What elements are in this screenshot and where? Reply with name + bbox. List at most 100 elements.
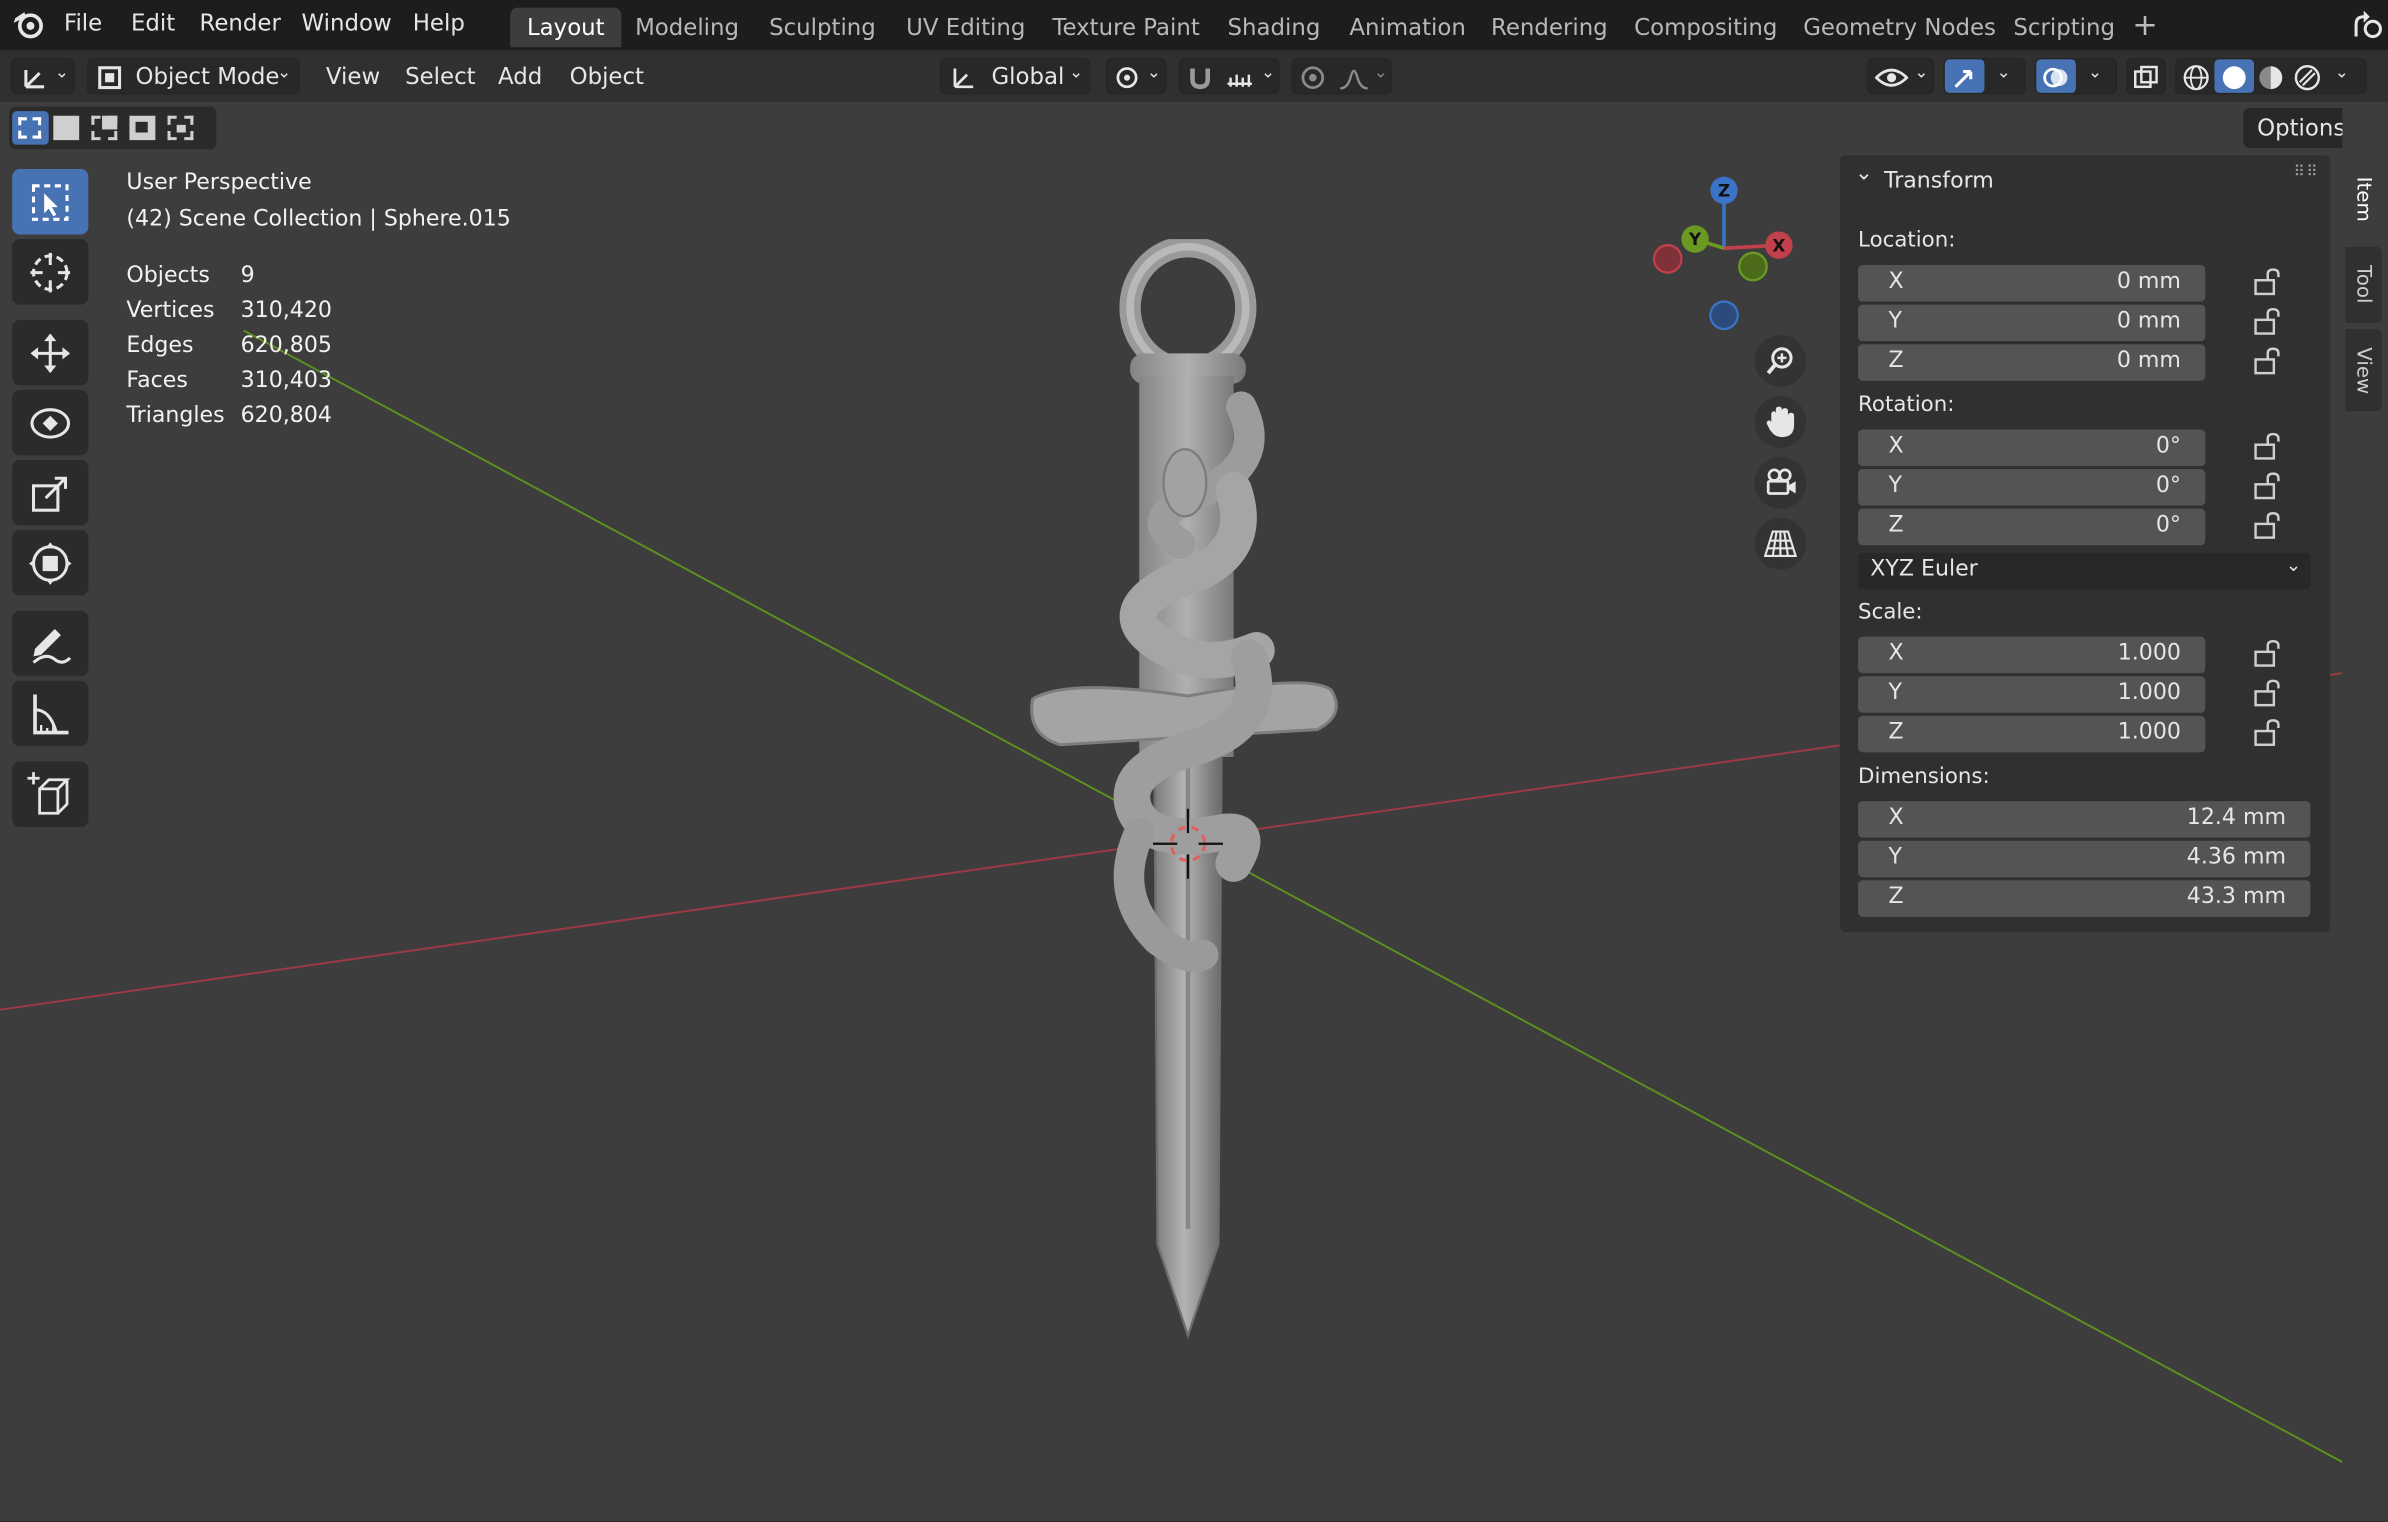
camera-view-button[interactable] [1754, 456, 1807, 509]
transform-tool[interactable] [12, 530, 89, 596]
select-new-icon[interactable] [12, 111, 49, 145]
rotation-mode-dropdown[interactable]: XYZ Euler ⌄ [1858, 552, 2311, 590]
mode-dropdown[interactable]: Object Mode ⌄ [86, 57, 301, 95]
stat-label: Objects [126, 263, 210, 288]
menu-edit[interactable]: Edit [131, 9, 175, 36]
snap-increment-icon[interactable] [1226, 65, 1253, 89]
tab-animation[interactable]: Animation [1333, 8, 1483, 48]
add-cube-tool[interactable] [12, 761, 89, 827]
visibility-dropdown[interactable]: ⌄ [1867, 57, 1935, 95]
axis-label: Y [1888, 309, 1903, 334]
overlays-toggle[interactable]: ⌄ [2034, 57, 2117, 95]
proportional-edit-icon[interactable] [1299, 64, 1326, 91]
menu-add[interactable]: Add [498, 62, 542, 89]
rotation-z-field[interactable]: Z 0° [1858, 508, 2206, 546]
panel-title[interactable]: Transform [1884, 169, 1994, 193]
lock-icon[interactable] [2254, 307, 2284, 335]
chevron-down-icon[interactable]: ⌄ [2335, 62, 2349, 82]
pivot-icon [1116, 67, 1138, 89]
tab-rendering[interactable]: Rendering [1474, 8, 1624, 48]
select-box-tool[interactable] [12, 169, 89, 235]
tab-geometry-nodes[interactable]: Geometry Nodes [1786, 8, 2012, 48]
move-tool[interactable] [12, 319, 89, 386]
location-z-field[interactable]: Z 0 mm [1858, 344, 2206, 381]
axis-label: Y [1888, 845, 1903, 870]
scene-selector-icon[interactable] [2350, 6, 2384, 43]
scale-z-field[interactable]: Z 1.000 [1858, 715, 2206, 753]
gizmo-toggle[interactable]: ⌄ [1943, 57, 2026, 95]
snap-magnet-icon[interactable] [1186, 64, 1213, 91]
lock-icon[interactable] [2254, 639, 2284, 667]
rendered-shading-icon[interactable] [2292, 62, 2322, 92]
material-preview-icon[interactable] [2256, 62, 2286, 92]
tab-uv-editing[interactable]: UV Editing [889, 8, 1042, 48]
location-x-field[interactable]: X 0 mm [1858, 265, 2206, 302]
drag-handle-icon[interactable]: ⠿⠿ [2294, 164, 2319, 181]
perspective-toggle-button[interactable] [1754, 517, 1807, 570]
tab-scripting[interactable]: Scripting [1997, 8, 2132, 48]
tab-modeling[interactable]: Modeling [618, 8, 755, 48]
rotation-mode-label: XYZ Euler [1870, 557, 1978, 582]
lock-icon[interactable] [2254, 432, 2284, 460]
lock-icon[interactable] [2254, 679, 2284, 707]
pivot-point-dropdown[interactable]: ⌄ [1105, 57, 1167, 95]
dimensions-x-field[interactable]: X 12.4 mm [1858, 801, 2311, 838]
scale-label: Scale: [1858, 600, 1923, 625]
dimensions-z-field[interactable]: Z 43.3 mm [1858, 880, 2311, 917]
tab-tool[interactable]: Tool [2345, 246, 2382, 323]
select-extend-icon[interactable] [53, 115, 80, 141]
add-workspace-icon[interactable]: + [2132, 6, 2158, 43]
location-y-field[interactable]: Y 0 mm [1858, 304, 2206, 342]
menu-help[interactable]: Help [413, 9, 465, 36]
dagger-model[interactable] [1005, 239, 1371, 1351]
menu-window[interactable]: Window [302, 9, 392, 36]
menu-object[interactable]: Object [570, 62, 644, 89]
eye-icon [1874, 68, 1909, 87]
lock-icon[interactable] [2254, 719, 2284, 746]
measure-tool[interactable] [12, 680, 89, 747]
scale-y-field[interactable]: Y 1.000 [1858, 676, 2206, 713]
falloff-curve-icon[interactable] [1339, 64, 1369, 91]
lock-icon[interactable] [2254, 472, 2284, 500]
rotation-y-field[interactable]: Y 0° [1858, 469, 2206, 506]
tab-item[interactable]: Item [2345, 158, 2382, 241]
blender-logo-icon[interactable] [12, 9, 46, 39]
chevron-down-icon[interactable]: ⌄ [1374, 62, 1388, 82]
editor-type-button[interactable]: ⌄ [10, 57, 75, 95]
menu-file[interactable]: File [64, 9, 102, 36]
scale-tool[interactable] [12, 459, 89, 526]
tab-shading[interactable]: Shading [1211, 8, 1337, 48]
dimensions-y-field[interactable]: Y 4.36 mm [1858, 840, 2311, 878]
zoom-button[interactable] [1754, 335, 1807, 387]
tab-sculpting[interactable]: Sculpting [752, 8, 892, 48]
tab-layout[interactable]: Layout [510, 7, 622, 48]
menu-select[interactable]: Select [405, 62, 475, 89]
solid-shading-icon[interactable] [2219, 62, 2249, 92]
options-dropdown[interactable]: Options ⌄ [2243, 108, 2343, 148]
pan-button[interactable] [1754, 395, 1807, 448]
chevron-down-icon: ⌄ [1914, 62, 1929, 83]
tab-view[interactable]: View [2345, 328, 2382, 412]
menu-view[interactable]: View [326, 62, 380, 89]
tab-compositing[interactable]: Compositing [1617, 8, 1794, 48]
orientation-dropdown[interactable]: Global ⌄ [939, 57, 1091, 95]
lock-icon[interactable] [2254, 347, 2284, 375]
rotate-tool[interactable] [12, 389, 89, 456]
wireframe-shading-icon[interactable] [2181, 62, 2211, 92]
3d-cursor-icon[interactable] [1150, 806, 1226, 882]
xray-toggle[interactable] [2126, 57, 2166, 95]
annotate-tool[interactable] [12, 610, 89, 677]
chevron-down-icon[interactable]: ⌄ [1261, 62, 1275, 82]
select-invert-icon[interactable] [129, 115, 156, 141]
menu-render[interactable]: Render [200, 9, 281, 36]
select-intersect-icon[interactable] [167, 115, 194, 141]
scale-x-field[interactable]: X 1.000 [1858, 636, 2206, 674]
tab-texture-paint[interactable]: Texture Paint [1036, 8, 1217, 48]
collapse-chevron-icon[interactable]: ⌄ [1855, 161, 1873, 185]
navigation-gizmo[interactable]: Z Y X [1642, 169, 1810, 337]
select-subtract-icon[interactable] [91, 115, 118, 141]
cursor-tool[interactable] [12, 239, 89, 305]
lock-icon[interactable] [2254, 268, 2284, 296]
rotation-x-field[interactable]: X 0° [1858, 429, 2206, 467]
lock-icon[interactable] [2254, 512, 2284, 539]
